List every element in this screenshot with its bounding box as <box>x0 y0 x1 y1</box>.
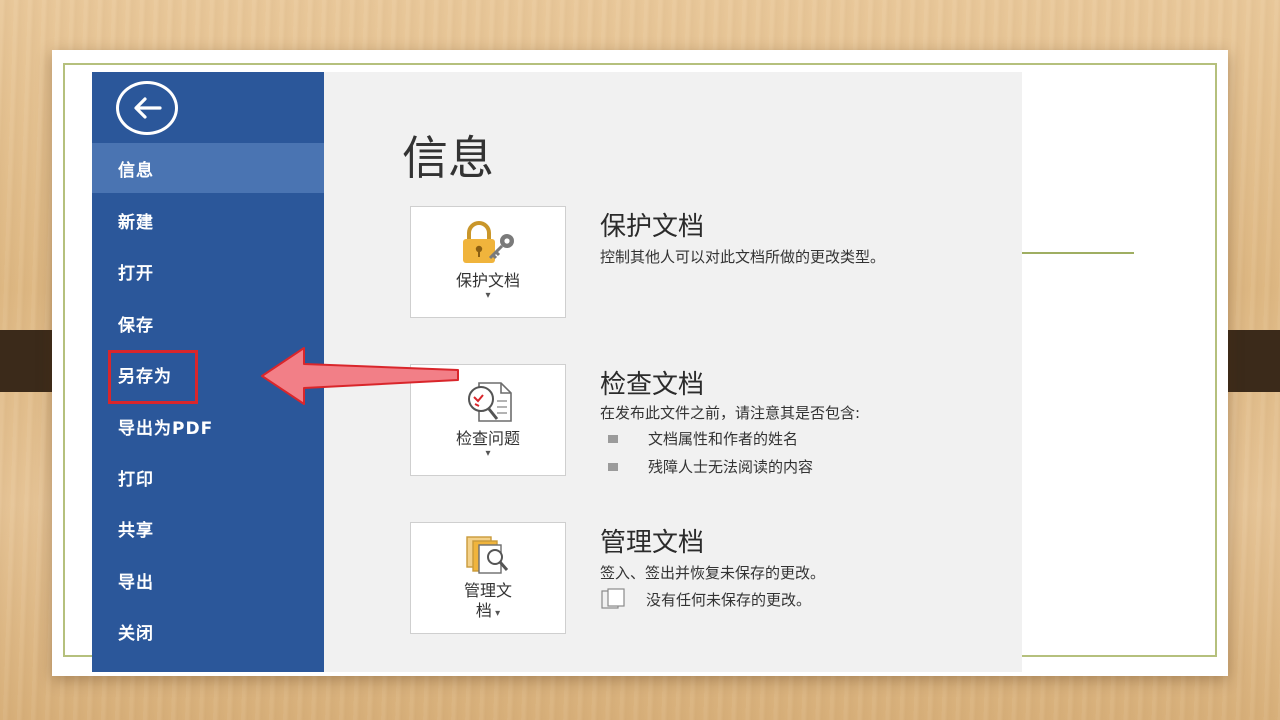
nav-item-label: 导出 <box>118 572 154 593</box>
nav-item-export[interactable]: 导出 <box>92 555 324 605</box>
manage-document-button[interactable]: 管理文 档 ▾ <box>410 522 566 634</box>
check-issues-button-label: 检查问题 <box>455 429 520 448</box>
nav-item-print[interactable]: 打印 <box>92 452 324 502</box>
list-item: 残障人士无法阅读的内容 <box>608 456 813 477</box>
nav-item-info[interactable]: 信息 <box>92 143 324 193</box>
nav-item-open[interactable]: 打开 <box>92 246 324 296</box>
manage-document-button-label-line1: 管理文 <box>463 581 512 600</box>
back-arrow-icon <box>116 81 178 135</box>
nav-item-share[interactable]: 共享 <box>92 503 324 553</box>
protect-document-button[interactable]: 保护文档 ▾ <box>410 206 566 318</box>
chevron-down-icon: ▾ <box>485 448 491 459</box>
protect-document-description: 控制其他人可以对此文档所做的更改类型。 <box>600 248 886 266</box>
manage-document-icon <box>457 535 519 579</box>
save-as-highlight-box <box>108 350 198 404</box>
nav-item-label: 导出为PDF <box>118 418 214 439</box>
nav-item-label: 新建 <box>118 212 154 233</box>
list-item-text: 文档属性和作者的姓名 <box>648 430 799 448</box>
nav-item-label: 打印 <box>118 469 154 490</box>
chevron-down-icon: ▾ <box>491 608 501 619</box>
page-title: 信息 <box>402 131 494 185</box>
manage-document-button-label-line2-row: 档 ▾ <box>476 601 500 621</box>
inspect-document-title: 检查文档 <box>600 370 705 400</box>
bullet-icon <box>608 462 618 471</box>
nav-item-new[interactable]: 新建 <box>92 195 324 245</box>
nav-item-label: 共享 <box>118 520 154 541</box>
inspect-document-description: 在发布此文件之前，请注意其是否包含: <box>600 404 861 422</box>
manage-document-description: 签入、签出并恢复未保存的更改。 <box>600 564 826 582</box>
bullet-icon <box>608 434 618 443</box>
manage-document-button-label-line2: 档 <box>475 601 492 620</box>
unsaved-changes-note: 没有任何未保存的更改。 <box>600 588 811 610</box>
accent-line <box>1022 252 1134 254</box>
nav-item-export-pdf[interactable]: 导出为PDF <box>92 401 324 451</box>
manage-document-title: 管理文档 <box>600 528 705 558</box>
protect-document-title: 保护文档 <box>600 212 705 242</box>
nav-item-close[interactable]: 关闭 <box>92 606 324 656</box>
inspect-document-icon <box>457 379 519 427</box>
chevron-down-icon: ▾ <box>485 290 491 301</box>
back-button[interactable] <box>114 80 180 136</box>
nav-item-label: 关闭 <box>118 623 154 644</box>
list-item: 文档属性和作者的姓名 <box>608 428 798 449</box>
unsaved-changes-text: 没有任何未保存的更改。 <box>646 590 812 609</box>
document-versions-icon <box>600 588 628 610</box>
lock-key-icon <box>457 221 519 269</box>
nav-item-label: 打开 <box>118 263 154 284</box>
nav-item-label: 信息 <box>118 160 154 181</box>
list-item-text: 残障人士无法阅读的内容 <box>648 458 814 476</box>
nav-item-label: 保存 <box>118 315 154 336</box>
callout-arrow-icon <box>261 347 459 405</box>
protect-document-button-label: 保护文档 <box>455 271 520 290</box>
nav-item-save[interactable]: 保存 <box>92 298 324 348</box>
